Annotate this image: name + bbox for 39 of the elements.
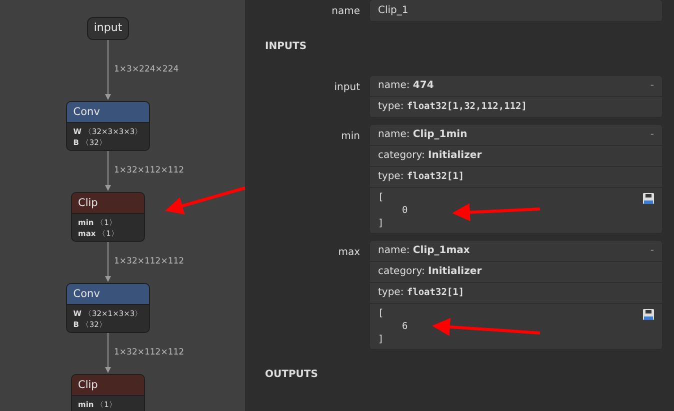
- save-icon[interactable]: [643, 309, 654, 320]
- property-label: name: [330, 5, 361, 19]
- tensor-text: ]: [378, 333, 385, 346]
- field-text: type: float32[1]: [378, 170, 464, 184]
- node-title: Clip: [72, 192, 144, 214]
- toggle-button[interactable]: -: [650, 128, 654, 142]
- tensor-text: 6: [401, 320, 408, 333]
- field-text: category: Initializer: [378, 149, 482, 163]
- argument-label: max: [337, 246, 361, 260]
- node-title: Conv: [67, 284, 149, 304]
- field-text: type: float32[1]: [378, 286, 464, 300]
- node-title: Conv: [67, 102, 149, 122]
- input-node[interactable]: input: [86, 17, 130, 40]
- field-text: name: Clip_1min: [378, 128, 468, 142]
- edge-label: 1×3×224×224: [114, 64, 179, 76]
- toggle-button[interactable]: -: [650, 244, 654, 258]
- tensor-text: 0: [401, 204, 408, 217]
- field-text: name: 474: [378, 79, 434, 93]
- section-title: OUTPUTS: [264, 368, 319, 382]
- edge-arrow: [104, 40, 112, 100]
- node-title: Clip: [72, 374, 144, 396]
- edge-label: 1×32×112×112: [114, 256, 184, 268]
- edge-label: 1×32×112×112: [114, 164, 184, 178]
- field-text: name: Clip_1max: [378, 244, 470, 258]
- edge-arrow: [104, 150, 112, 192]
- toggle-button[interactable]: -: [650, 79, 654, 93]
- edge-arrow: [104, 242, 112, 282]
- field-text: type: float32[1,32,112,112]: [378, 100, 527, 114]
- field-text: category: Initializer: [378, 265, 482, 279]
- argument-label: input: [333, 81, 361, 95]
- tensor-text: [: [378, 307, 385, 320]
- argument-label: min: [340, 130, 361, 144]
- edge-arrow: [104, 332, 112, 374]
- save-icon[interactable]: [643, 193, 654, 204]
- section-title: INPUTS: [264, 40, 308, 54]
- tensor-text: ]: [378, 217, 385, 230]
- edge-label: 1×32×112×112: [114, 346, 184, 360]
- name-field: Clip_1: [370, 0, 662, 21]
- tensor-text: [: [378, 191, 385, 204]
